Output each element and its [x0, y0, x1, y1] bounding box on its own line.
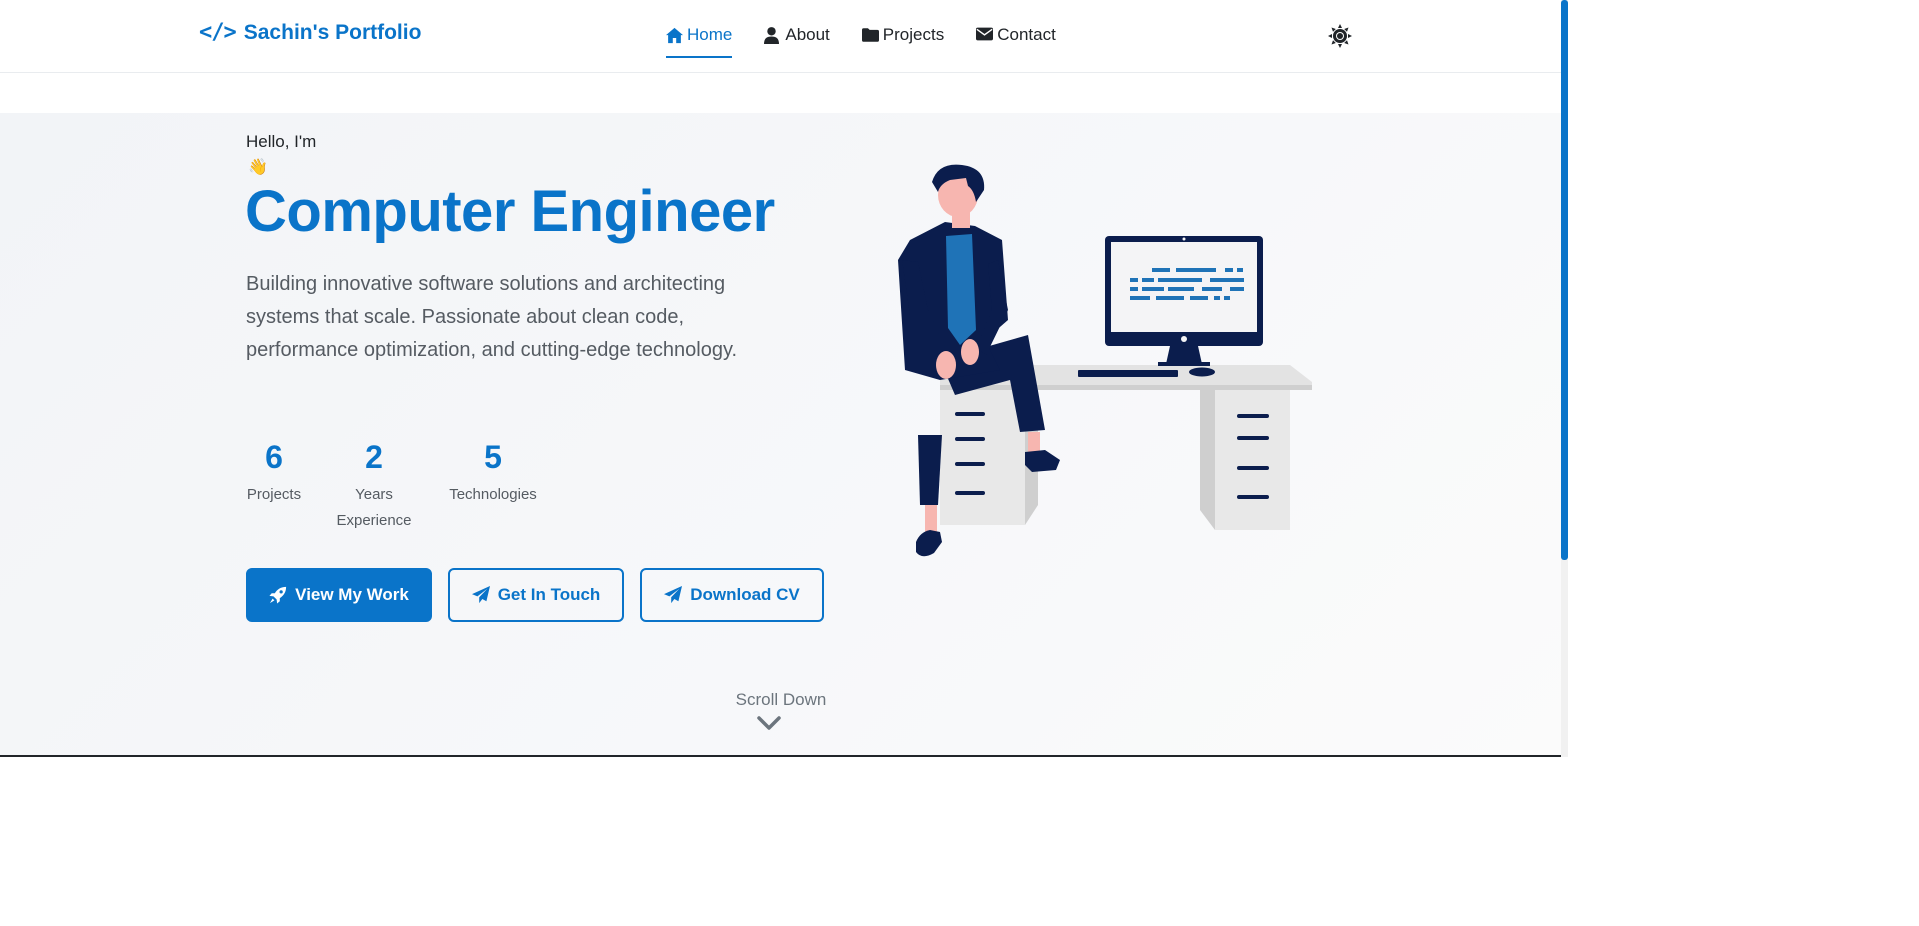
nav-label-about: About — [785, 25, 830, 44]
nav-item-contact[interactable]: Contact — [976, 22, 1056, 58]
navbar: </> Sachin's Portfolio Home About Projec… — [0, 0, 1561, 73]
download-cv-label: Download CV — [690, 585, 800, 604]
theme-toggle-button[interactable] — [1328, 24, 1352, 48]
stat-projects: 6 Projects — [246, 436, 302, 534]
stat-label: Technologies — [449, 486, 537, 503]
envelope-icon — [976, 27, 994, 44]
stat-number: 5 — [484, 439, 502, 475]
scrollbar-thumb[interactable] — [1561, 0, 1568, 560]
scrollbar[interactable] — [1561, 0, 1568, 757]
hero-section — [0, 113, 1561, 757]
scroll-down-label[interactable]: Scroll Down — [734, 690, 828, 710]
nav-item-about[interactable]: About — [764, 22, 830, 58]
developer-illustration — [898, 164, 1312, 557]
brand-link[interactable]: </> Sachin's Portfolio — [199, 20, 421, 45]
code-icon: </> — [199, 20, 237, 45]
view-work-label: View My Work — [295, 585, 409, 604]
chevron-down-icon[interactable] — [757, 716, 781, 732]
nav-label-projects: Projects — [882, 25, 945, 44]
nav-label-contact: Contact — [997, 25, 1056, 44]
section-divider — [0, 755, 1561, 757]
nav-label-home: Home — [687, 25, 733, 44]
view-work-button[interactable]: View My Work — [246, 568, 432, 622]
nav-links: Home About Projects Contact — [666, 22, 1088, 58]
stat-experience: 2 Years Experience — [334, 436, 414, 534]
stat-label: Years Experience — [336, 486, 412, 529]
rocket-icon — [269, 586, 287, 604]
download-cv-button[interactable]: Download CV — [640, 568, 824, 622]
stats-row: 6 Projects 2 Years Experience 5 Technolo… — [246, 436, 540, 534]
paper-plane-icon — [664, 586, 683, 604]
get-in-touch-button[interactable]: Get In Touch — [448, 568, 624, 622]
stat-label: Projects — [246, 486, 302, 503]
greeting-text: Hello, I'm — [246, 132, 317, 151]
paper-plane-icon — [471, 586, 490, 604]
get-in-touch-label: Get In Touch — [497, 585, 601, 604]
nav-item-home[interactable]: Home — [666, 22, 733, 58]
sun-icon — [1328, 24, 1352, 48]
home-icon — [666, 27, 683, 44]
stat-technologies: 5 Technologies — [446, 436, 540, 534]
stat-number: 2 — [365, 439, 383, 475]
stat-number: 6 — [265, 439, 283, 475]
hero-headline: Computer Engineer — [245, 179, 775, 244]
hero-description: Building innovative software solutions a… — [246, 273, 738, 361]
wave-emoji: 👋 — [248, 159, 268, 176]
user-icon — [764, 26, 781, 44]
folder-icon — [861, 27, 879, 44]
nav-item-projects[interactable]: Projects — [861, 22, 945, 58]
brand-name: Sachin's Portfolio — [243, 20, 422, 44]
